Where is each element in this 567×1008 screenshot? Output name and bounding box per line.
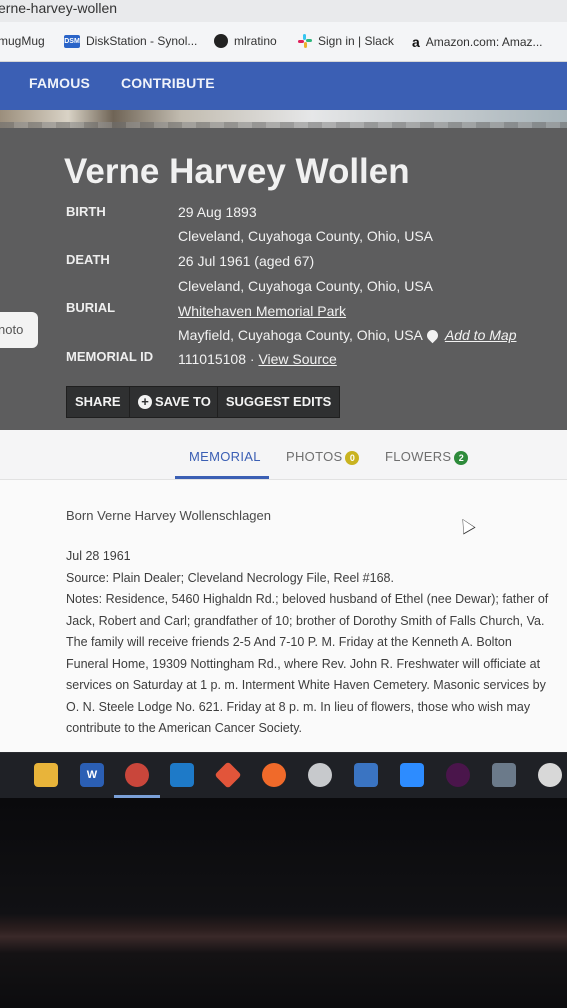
vscode-icon[interactable] — [170, 763, 194, 787]
memorial-content: MEMORIAL PHOTOS 0 FLOWERS 2 Born Verne Har… — [0, 430, 567, 766]
tab-memorial[interactable]: MEMORIAL — [189, 449, 261, 464]
photos-count-badge: 0 — [345, 451, 360, 465]
id-separator: · — [249, 351, 255, 367]
bookmark-label: Amazon.com: Amaz... — [425, 35, 543, 49]
bio-text: Jul 28 1961 Source: Plain Dealer; Clevel… — [66, 546, 567, 740]
born-as-text: Born Verne Harvey Wollenschlagen — [66, 508, 271, 523]
death-date: 26 Jul 1961 (aged 67) — [178, 253, 315, 269]
death-label: DEATH — [66, 252, 110, 267]
browser-tab-title[interactable]: erne-harvey-wollen — [0, 0, 117, 16]
bio-line: Notes: Residence, 5460 Highaldn Rd.; bel… — [66, 592, 549, 606]
screen-icon[interactable] — [354, 763, 378, 787]
file-explorer-icon[interactable] — [34, 763, 58, 787]
git-icon[interactable] — [214, 761, 242, 789]
slack-icon[interactable] — [446, 763, 470, 787]
add-to-map-link[interactable]: Add to Map — [445, 327, 517, 343]
bookmark-diskstation[interactable]: DSM DiskStation - Synol... — [64, 34, 197, 48]
flowers-count-badge: 2 — [454, 451, 469, 465]
birth-label: BIRTH — [66, 204, 106, 219]
bio-line: Funeral Home, 19309 Nottingham Rd., wher… — [66, 656, 541, 671]
bookmark-smugmug[interactable]: mugMug — [0, 34, 45, 48]
burial-place-row: Mayfield, Cuyahoga County, Ohio, USA Add … — [178, 327, 517, 344]
screen: erne-harvey-wollen mugMug DSM DiskStatio… — [0, 0, 567, 1008]
browser-tab-bar: erne-harvey-wollen — [0, 0, 567, 22]
bio-line: Jul 28 1961 — [66, 549, 131, 563]
burial-label: BURIAL — [66, 300, 116, 315]
memorial-id-row: 111015108 · View Source — [178, 351, 337, 367]
cemetery-link[interactable]: Whitehaven Memorial Park — [178, 303, 346, 319]
save-to-button[interactable]: SAVE TO — [155, 394, 211, 409]
chrome-icon[interactable] — [125, 763, 149, 787]
tab-flowers[interactable]: FLOWERS 2 — [385, 449, 469, 465]
site-nav: FAMOUS CONTRIBUTE — [0, 62, 567, 110]
bookmark-slack[interactable]: Sign in | Slack — [298, 34, 394, 48]
bookmark-label: DiskStation - Synol... — [86, 34, 198, 48]
button-divider — [216, 386, 218, 418]
swift-icon[interactable] — [262, 763, 286, 787]
tab-photos[interactable]: PHOTOS 0 — [286, 449, 360, 465]
save-suggest-group: + SAVE TO SUGGEST EDITS — [129, 386, 341, 418]
memorial-header: Verne Harvey Wollen BIRTH 29 Aug 1893 Cl… — [0, 128, 567, 440]
nav-famous[interactable]: FAMOUS — [29, 75, 90, 91]
zoom-icon[interactable] — [400, 763, 424, 787]
tab-photos-label: PHOTOS — [286, 449, 343, 464]
bookmark-amazon[interactable]: a Amazon.com: Amaz... — [412, 34, 543, 50]
clock-icon[interactable] — [538, 763, 562, 787]
bookmark-mlratino[interactable]: mlratino — [214, 34, 277, 48]
bio-line: O. N. Steele Lodge No. 621. Friday at 8 … — [66, 699, 531, 714]
word-icon[interactable]: W — [80, 763, 104, 787]
dsm-icon: DSM — [64, 34, 80, 48]
github-icon — [214, 34, 228, 48]
amazon-icon: a — [412, 34, 420, 50]
burial-place: Mayfield, Cuyahoga County, Ohio, USA — [178, 327, 423, 343]
active-tab-indicator — [175, 476, 269, 479]
bookmark-label: mugMug — [0, 34, 45, 48]
nav-contribute[interactable]: CONTRIBUTE — [121, 75, 215, 91]
burial-cemetery[interactable]: Whitehaven Memorial Park — [178, 303, 346, 319]
memorial-id-label: MEMORIAL ID — [66, 349, 154, 364]
memorial-name: Verne Harvey Wollen — [64, 152, 410, 191]
bookmarks-bar: mugMug DSM DiskStation - Synol... mlrati… — [0, 22, 567, 62]
tab-flowers-label: FLOWERS — [385, 449, 452, 464]
memorial-tabs: MEMORIAL PHOTOS 0 FLOWERS 2 — [0, 430, 567, 480]
bio-line: Source: Plain Dealer; Cleveland Necrolog… — [66, 570, 394, 585]
suggest-edits-button[interactable]: SUGGEST EDITS — [226, 394, 331, 409]
camera-icon[interactable] — [492, 763, 516, 787]
birth-place: Cleveland, Cuyahoga County, Ohio, USA — [178, 228, 433, 244]
memorial-id: 111015108 — [178, 351, 246, 367]
map-pin-icon — [424, 327, 441, 344]
death-place: Cleveland, Cuyahoga County, Ohio, USA — [178, 278, 433, 294]
bio-line: The family will receive friends 2-5 And … — [66, 635, 512, 649]
slack-icon — [298, 34, 312, 48]
birth-date: 29 Aug 1893 — [178, 204, 257, 220]
banner-photo — [0, 110, 567, 128]
app-icon[interactable] — [308, 763, 332, 787]
share-button[interactable]: SHARE — [66, 386, 130, 418]
plus-circle-icon: + — [138, 395, 152, 409]
view-source-link[interactable]: View Source — [258, 351, 336, 367]
bio-line: Jack, Robert and Carl; grandfather of 10… — [66, 613, 545, 628]
bookmark-label: Sign in | Slack — [318, 34, 394, 48]
taskbar: W — [0, 752, 567, 798]
bio-line: services on Saturday at 1 p. m. Intermen… — [66, 678, 546, 692]
bio-line: contribute to the American Cancer Societ… — [66, 721, 302, 735]
bookmark-label: mlratino — [234, 34, 277, 48]
add-photo-tab[interactable]: noto — [0, 312, 38, 348]
monitor-bezel — [0, 798, 567, 1008]
